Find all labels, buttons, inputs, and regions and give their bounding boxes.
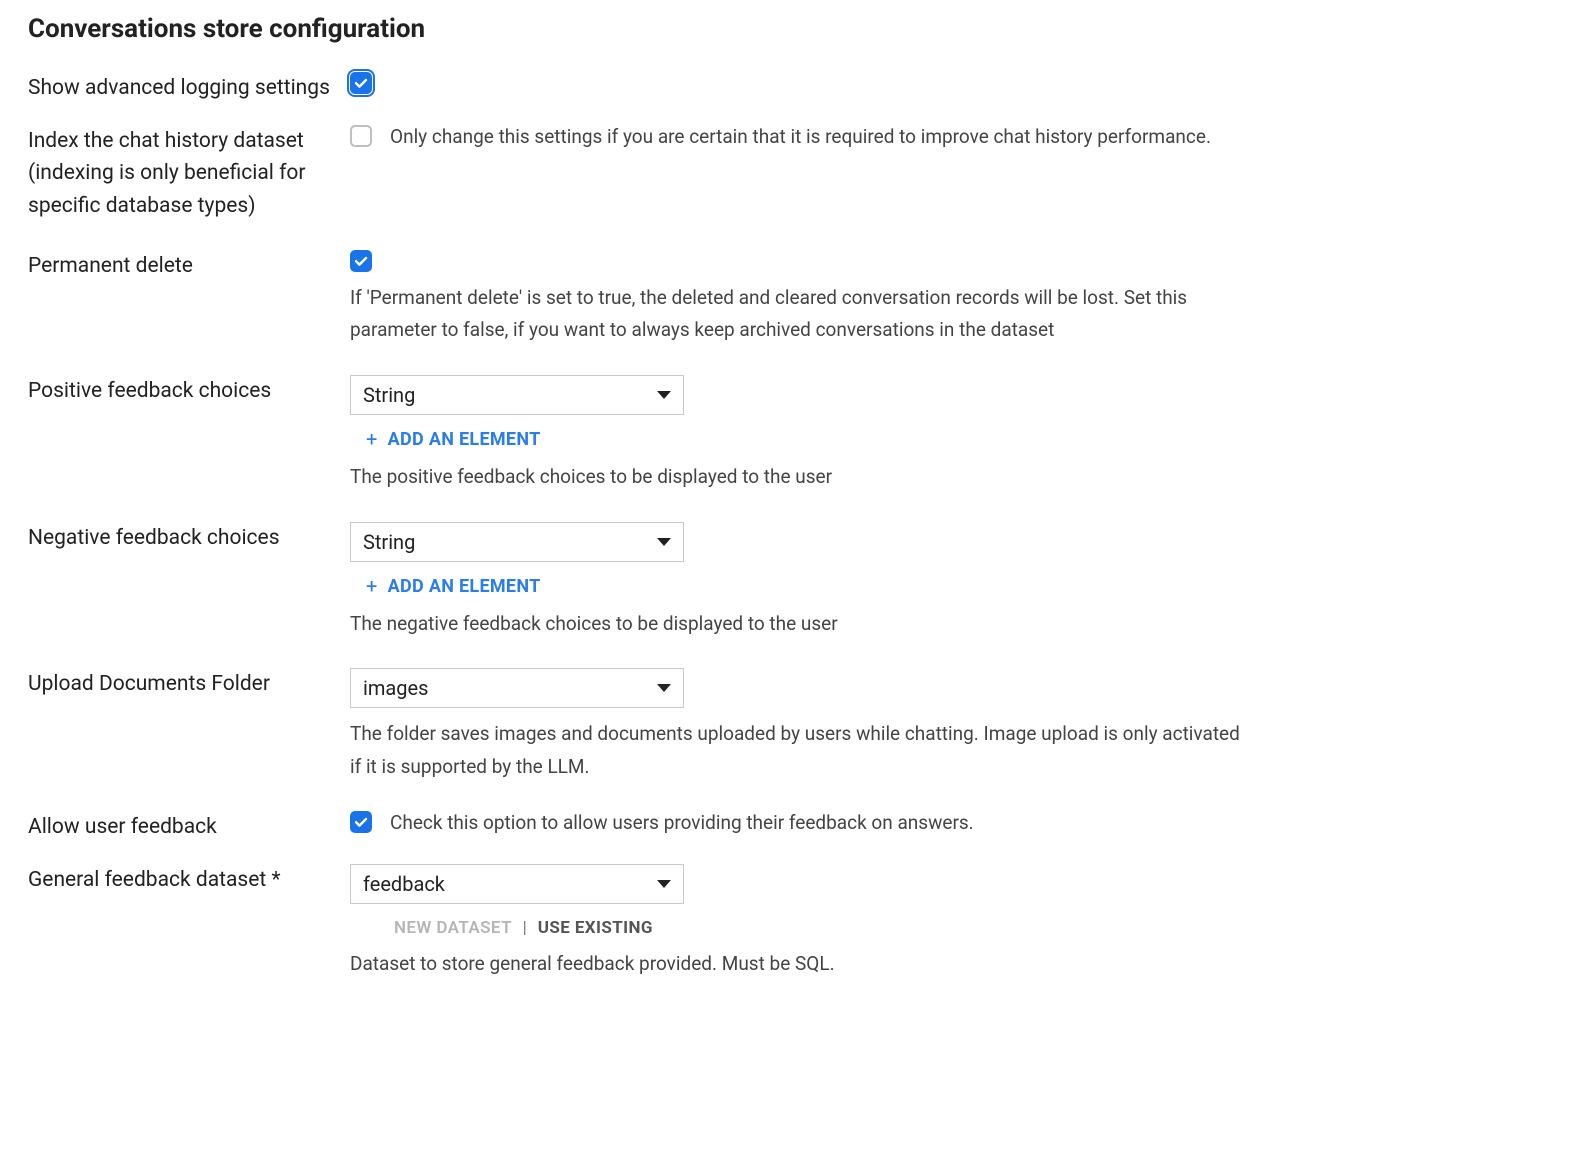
row-upload-folder: Upload Documents Folder images The folde… — [28, 668, 1552, 783]
label-positive-feedback: Positive feedback choices — [28, 375, 350, 408]
segmented-new-dataset[interactable]: NEW DATASET — [394, 918, 512, 938]
label-index-history: Index the chat history dataset (indexing… — [28, 125, 350, 223]
select-positive-feedback[interactable]: String — [350, 375, 684, 415]
label-general-feedback: General feedback dataset * — [28, 864, 350, 897]
hint-allow-feedback: Check this option to allow users providi… — [390, 811, 974, 834]
checkbox-index-history[interactable] — [350, 125, 372, 147]
segmented-separator: | — [523, 918, 528, 938]
label-upload-folder: Upload Documents Folder — [28, 668, 350, 701]
chevron-down-icon — [657, 880, 671, 888]
select-upload-folder[interactable]: images — [350, 668, 684, 708]
select-general-feedback[interactable]: feedback — [350, 864, 684, 904]
check-icon — [353, 814, 369, 830]
select-value-negative-feedback: String — [363, 530, 415, 554]
help-upload-folder: The folder saves images and documents up… — [350, 718, 1250, 783]
plus-icon: + — [366, 429, 378, 449]
checkbox-allow-feedback[interactable] — [350, 811, 372, 833]
add-element-label: ADD AN ELEMENT — [388, 429, 541, 450]
help-permanent-delete: If 'Permanent delete' is set to true, th… — [350, 282, 1250, 347]
select-value-upload-folder: images — [363, 676, 428, 700]
label-allow-feedback: Allow user feedback — [28, 811, 350, 844]
select-value-positive-feedback: String — [363, 383, 415, 407]
row-index-history: Index the chat history dataset (indexing… — [28, 125, 1552, 223]
hint-index-history: Only change this settings if you are cer… — [390, 125, 1211, 148]
row-positive-feedback: Positive feedback choices String + ADD A… — [28, 375, 1552, 494]
chevron-down-icon — [657, 684, 671, 692]
add-element-label: ADD AN ELEMENT — [388, 576, 541, 597]
label-show-advanced: Show advanced logging settings — [28, 72, 350, 105]
help-positive-feedback: The positive feedback choices to be disp… — [350, 461, 1250, 493]
row-general-feedback: General feedback dataset * feedback NEW … — [28, 864, 1552, 980]
label-negative-feedback: Negative feedback choices — [28, 522, 350, 555]
segmented-dataset-mode: NEW DATASET | USE EXISTING — [394, 918, 1552, 938]
segmented-use-existing[interactable]: USE EXISTING — [538, 918, 653, 938]
chevron-down-icon — [657, 391, 671, 399]
check-icon — [353, 253, 369, 269]
row-show-advanced: Show advanced logging settings — [28, 72, 1552, 105]
help-negative-feedback: The negative feedback choices to be disp… — [350, 608, 1250, 640]
label-permanent-delete: Permanent delete — [28, 250, 350, 283]
row-permanent-delete: Permanent delete If 'Permanent delete' i… — [28, 250, 1552, 347]
select-value-general-feedback: feedback — [363, 872, 445, 896]
plus-icon: + — [366, 576, 378, 596]
chevron-down-icon — [657, 538, 671, 546]
checkbox-permanent-delete[interactable] — [350, 250, 372, 272]
select-negative-feedback[interactable]: String — [350, 522, 684, 562]
check-icon — [353, 75, 369, 91]
row-negative-feedback: Negative feedback choices String + ADD A… — [28, 522, 1552, 641]
checkbox-show-advanced[interactable] — [350, 72, 372, 94]
add-element-negative-feedback[interactable]: + ADD AN ELEMENT — [366, 576, 541, 597]
help-general-feedback: Dataset to store general feedback provid… — [350, 948, 1250, 980]
row-allow-feedback: Allow user feedback Check this option to… — [28, 811, 1552, 844]
section-title: Conversations store configuration — [28, 14, 1552, 44]
add-element-positive-feedback[interactable]: + ADD AN ELEMENT — [366, 429, 541, 450]
